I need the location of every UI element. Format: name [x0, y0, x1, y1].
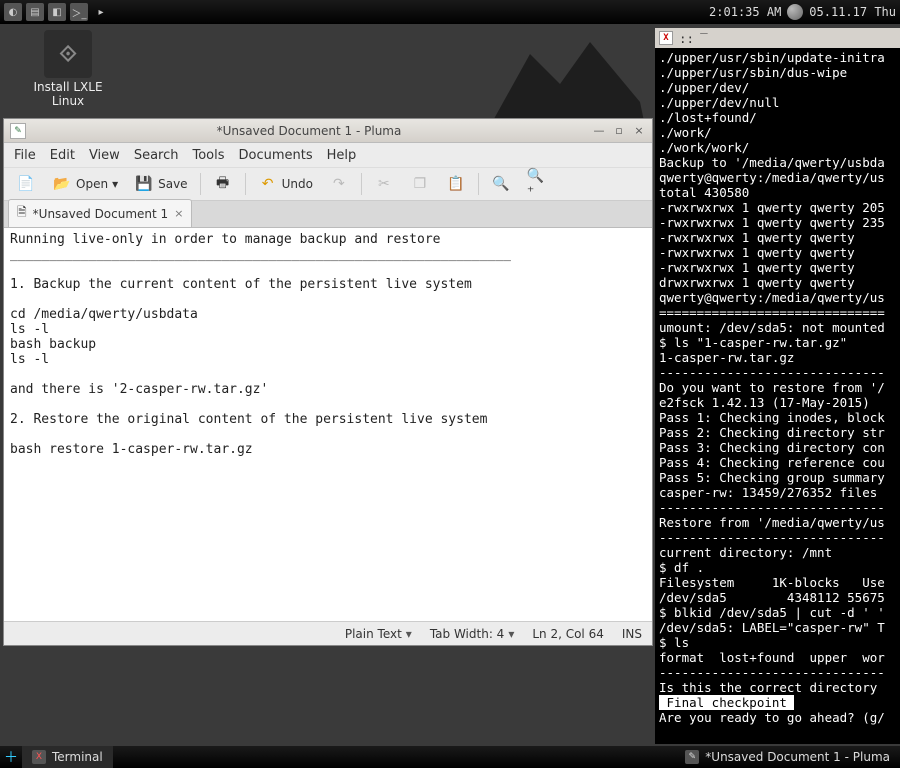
pluma-titlebar[interactable]: ✎ *Unsaved Document 1 - Pluma — ▫ ×	[4, 119, 652, 143]
terminal-output-after: Are you ready to go ahead? (g/	[659, 710, 885, 725]
maximize-button[interactable]: ▫	[612, 124, 626, 138]
pluma-title: *Unsaved Document 1 - Pluma	[32, 124, 586, 138]
toolbar-sep-2	[245, 173, 246, 195]
launcher-menu-icon[interactable]: ◐	[4, 3, 22, 21]
install-label-1: Install LXLE	[18, 80, 118, 94]
terminal-output: ./upper/usr/sbin/update-initra ./upper/u…	[659, 50, 885, 695]
terminal-title-dots: ::	[679, 31, 694, 46]
open-label: Open	[76, 177, 108, 191]
find-button[interactable]: 🔍	[487, 172, 515, 196]
open-dropdown-icon[interactable]: ▾	[112, 177, 118, 191]
tab-close-icon[interactable]: ×	[174, 207, 183, 220]
editor-area[interactable]: Running live-only in order to manage bac…	[4, 227, 652, 621]
terminal-app-icon: X	[659, 31, 673, 45]
undo-button[interactable]: ↶ Undo	[254, 172, 317, 196]
terminal-body[interactable]: ./upper/usr/sbin/update-initra ./upper/u…	[655, 48, 900, 727]
tab-unsaved-document[interactable]: 🗎 *Unsaved Document 1 ×	[8, 199, 192, 227]
panel-clock[interactable]: 2:01:35 AM 05.11.17 Thu	[709, 4, 896, 20]
terminal-task-icon: X	[32, 750, 46, 764]
show-desktop-button[interactable]: ＋	[0, 747, 22, 767]
terminal-titlebar[interactable]: X :: ‾	[655, 28, 900, 48]
install-glyph-icon: ⟐	[44, 30, 92, 78]
menu-search[interactable]: Search	[134, 148, 179, 163]
launcher-arrow-icon[interactable]: ▸	[92, 3, 110, 21]
top-panel: ◐ ▤ ◧ ＞_ ▸ 2:01:35 AM 05.11.17 Thu	[0, 0, 900, 24]
launcher-files-icon[interactable]: ▤	[26, 3, 44, 21]
paste-icon: 📋	[446, 174, 466, 194]
pluma-task-icon: ✎	[685, 750, 699, 764]
search-replace-icon: 🔍⁺	[527, 174, 547, 194]
minimize-button[interactable]: —	[592, 124, 606, 138]
globe-icon	[787, 4, 803, 20]
tab-doc-icon: 🗎	[17, 203, 27, 224]
cut-icon: ✂	[374, 174, 394, 194]
folder-open-icon: 📂	[52, 174, 72, 194]
print-button[interactable]: 🖶	[209, 172, 237, 196]
redo-icon: ↷	[329, 174, 349, 194]
status-position: Ln 2, Col 64	[532, 627, 604, 641]
pluma-statusbar: Plain Text Tab Width: 4 Ln 2, Col 64 INS	[4, 621, 652, 645]
terminal-title-dash: ‾	[700, 31, 708, 46]
menu-documents[interactable]: Documents	[239, 148, 313, 163]
install-lxle-icon[interactable]: ⟐ Install LXLE Linux	[18, 30, 118, 108]
open-button[interactable]: 📂 Open ▾	[48, 172, 122, 196]
status-tabwidth[interactable]: Tab Width: 4	[430, 627, 515, 641]
menu-edit[interactable]: Edit	[50, 148, 75, 163]
toolbar-sep-3	[361, 173, 362, 195]
panel-launchers: ◐ ▤ ◧ ＞_ ▸	[4, 3, 110, 21]
save-icon: 💾	[134, 174, 154, 194]
menu-view[interactable]: View	[89, 148, 120, 163]
pluma-tabs: 🗎 *Unsaved Document 1 ×	[4, 201, 652, 227]
status-syntax[interactable]: Plain Text	[345, 627, 412, 641]
menu-tools[interactable]: Tools	[192, 148, 224, 163]
terminal-highlight: Final checkpoint	[659, 695, 794, 710]
bottom-panel: ＋ X Terminal ✎ *Unsaved Document 1 - Plu…	[0, 746, 900, 768]
pluma-menubar: File Edit View Search Tools Documents He…	[4, 143, 652, 167]
toolbar-sep-1	[200, 173, 201, 195]
new-button[interactable]: 📄	[12, 172, 40, 196]
taskbar-pluma[interactable]: ✎ *Unsaved Document 1 - Pluma	[675, 746, 900, 768]
toolbar-sep-4	[478, 173, 479, 195]
paste-button[interactable]: 📋	[442, 172, 470, 196]
launcher-terminal-icon[interactable]: ＞_	[70, 3, 88, 21]
undo-icon: ↶	[258, 174, 278, 194]
copy-button[interactable]: ❐	[406, 172, 434, 196]
install-label-2: Linux	[18, 94, 118, 108]
panel-date: 05.11.17 Thu	[809, 5, 896, 19]
terminal-window: X :: ‾ ./upper/usr/sbin/update-initra ./…	[655, 28, 900, 744]
pluma-app-icon: ✎	[10, 123, 26, 139]
editor-content: Running live-only in order to manage bac…	[10, 232, 511, 457]
print-icon: 🖶	[213, 174, 233, 194]
task2-label: *Unsaved Document 1 - Pluma	[705, 750, 890, 764]
pluma-toolbar: 📄 📂 Open ▾ 💾 Save 🖶 ↶ Undo ↷ ✂ ❐ 📋 🔍 🔍⁺	[4, 167, 652, 201]
menu-help[interactable]: Help	[327, 148, 357, 163]
status-ins: INS	[622, 627, 642, 641]
find-replace-button[interactable]: 🔍⁺	[523, 172, 551, 196]
copy-icon: ❐	[410, 174, 430, 194]
save-label: Save	[158, 177, 187, 191]
menu-file[interactable]: File	[14, 148, 36, 163]
save-button[interactable]: 💾 Save	[130, 172, 191, 196]
pluma-window: ✎ *Unsaved Document 1 - Pluma — ▫ × File…	[3, 118, 653, 646]
panel-time: 2:01:35 AM	[709, 5, 781, 19]
task1-label: Terminal	[52, 750, 103, 764]
launcher-desktop-icon[interactable]: ◧	[48, 3, 66, 21]
close-button[interactable]: ×	[632, 124, 646, 138]
undo-label: Undo	[282, 177, 313, 191]
taskbar-terminal[interactable]: X Terminal	[22, 746, 113, 768]
cut-button[interactable]: ✂	[370, 172, 398, 196]
tab-label: *Unsaved Document 1	[33, 207, 169, 221]
redo-button[interactable]: ↷	[325, 172, 353, 196]
search-icon: 🔍	[491, 174, 511, 194]
new-doc-icon: 📄	[16, 174, 36, 194]
